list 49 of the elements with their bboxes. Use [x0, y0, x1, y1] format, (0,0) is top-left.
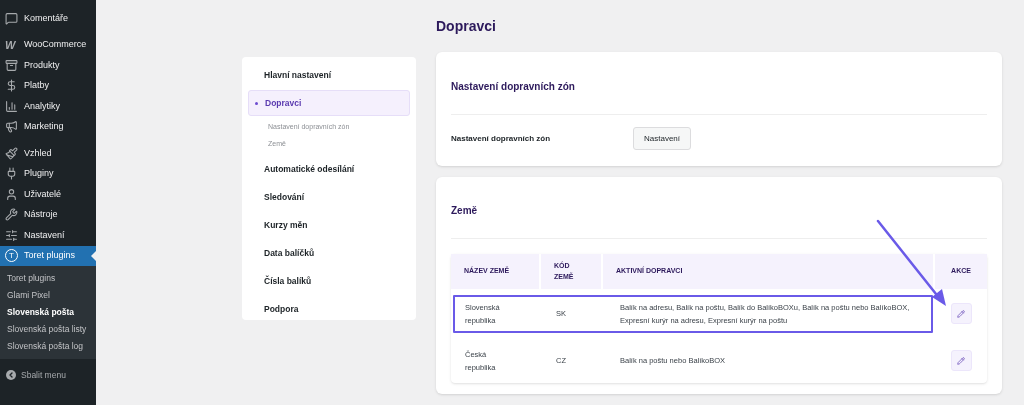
sidebar-menu-item[interactable]: W WooCommerce	[0, 34, 96, 55]
edit-button[interactable]	[950, 350, 972, 371]
archive-box-icon	[5, 58, 18, 72]
pencil-icon	[957, 356, 965, 365]
pencil-icon	[957, 309, 965, 318]
user-icon	[5, 187, 18, 201]
megaphone-icon	[5, 120, 18, 134]
paintbrush-icon	[5, 146, 18, 160]
bullet-icon	[255, 101, 258, 105]
page-title: Dopravci	[436, 17, 496, 36]
sidebar-submenu-item[interactable]: Slovenská pošta listy	[0, 321, 96, 338]
card-title: Nastavení dopravních zón	[451, 80, 575, 94]
settings-nav-item[interactable]: Data balíčků	[248, 240, 410, 266]
plug-icon	[5, 167, 18, 181]
settings-button[interactable]: Nastavení	[633, 127, 692, 150]
edit-button[interactable]	[950, 303, 972, 324]
current-pointer-icon	[91, 250, 96, 261]
settings-nav-item[interactable]: Kurzy měn	[248, 212, 410, 238]
sidebar-menu-item[interactable]: Komentáře	[0, 8, 96, 29]
bar-chart-icon	[5, 99, 18, 113]
settings-nav-item[interactable]: Čísla balíků	[248, 268, 410, 294]
sidebar-menu-item[interactable]: Uživatelé	[0, 184, 96, 205]
settings-nav-item[interactable]: Sledování	[248, 184, 410, 210]
sidebar-menu-item[interactable]: Nastavení	[0, 225, 96, 246]
sliders-icon	[5, 228, 18, 242]
settings-nav-item[interactable]: Dopravci	[248, 90, 410, 116]
sidebar-menu-item[interactable]: Produkty	[0, 55, 96, 76]
settings-nav-item[interactable]: Automatické odesílání	[248, 156, 410, 182]
logo-icon: W	[5, 36, 21, 53]
sidebar-submenu-item[interactable]: Slovenská pošta	[0, 304, 96, 321]
wrench-icon	[5, 208, 18, 222]
sidebar-menu-item[interactable]: Nástroje	[0, 204, 96, 225]
collapse-arrow-icon	[6, 370, 16, 380]
collapse-menu-button[interactable]: Sbalit menu	[0, 365, 96, 385]
speech-bubble-icon	[5, 11, 18, 25]
sidebar-menu-item[interactable]: Platby	[0, 75, 96, 96]
sidebar-submenu-item[interactable]: Glami Pixel	[0, 287, 96, 304]
sidebar-submenu-item[interactable]: Slovenská pošta log	[0, 338, 96, 355]
card-title: Země	[451, 204, 478, 218]
setting-label: Nastavení dopravních zón	[451, 132, 552, 145]
settings-nav-item[interactable]: Podpora	[248, 296, 410, 322]
sidebar-menu-item[interactable]: Analytiky	[0, 96, 96, 117]
sidebar-menu-item[interactable]: Marketing	[0, 116, 96, 137]
sidebar-menu-item[interactable]: Pluginy	[0, 163, 96, 184]
settings-nav-item[interactable]: Hlavní nastavení	[248, 62, 410, 88]
dollar-icon	[5, 79, 18, 93]
sidebar-menu-item[interactable]: Vzhled	[0, 143, 96, 164]
sidebar-menu-item[interactable]: T Toret plugins	[0, 245, 96, 266]
sidebar-submenu-item[interactable]: Toret plugins	[0, 270, 96, 287]
